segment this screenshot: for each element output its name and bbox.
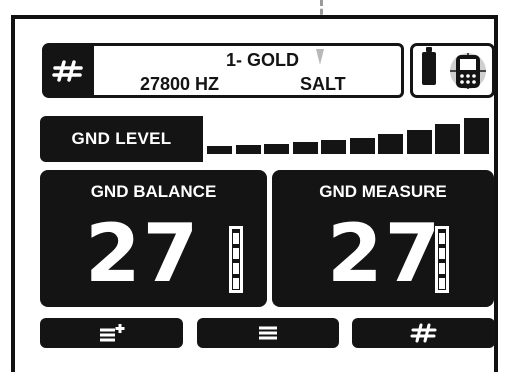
program-info-box: 1- GOLD 27800 HZ SALT xyxy=(94,43,404,98)
ground-measure-fine-gauge xyxy=(435,226,449,293)
ground-level-bar xyxy=(207,146,232,154)
ground-measure-value: 27 xyxy=(327,207,443,300)
ground-level-bar xyxy=(292,142,318,154)
ground-balance-fine-gauge xyxy=(229,226,243,293)
ground-type-readout: SALT xyxy=(300,74,346,94)
softkey-menu-add-button[interactable] xyxy=(40,318,183,348)
program-name: 1- GOLD xyxy=(225,50,299,70)
menu-add-icon xyxy=(99,324,124,342)
ground-level-bar xyxy=(435,124,460,154)
ground-level-bar xyxy=(463,118,489,154)
detector-device-icon xyxy=(450,53,486,89)
ground-balance-title: GND BALANCE xyxy=(90,182,217,201)
hash-icon xyxy=(52,59,83,82)
ground-level-bar xyxy=(264,144,289,154)
frequency-readout: 27800 HZ xyxy=(140,74,220,94)
softkey-hash-button[interactable] xyxy=(352,318,495,348)
ground-measure-title: GND MEASURE xyxy=(319,182,447,201)
ground-measure-panel: GND MEASURE 27 xyxy=(272,170,494,307)
ground-level-label: GND LEVEL xyxy=(40,116,203,162)
ground-level-bar xyxy=(406,130,432,154)
ground-level-bar xyxy=(349,138,375,154)
status-box xyxy=(410,43,495,98)
mode-button[interactable] xyxy=(42,43,94,98)
hash-icon xyxy=(410,323,436,343)
menu-icon xyxy=(259,326,277,340)
ground-level-bar xyxy=(378,134,403,154)
battery-icon xyxy=(422,47,436,85)
softkey-menu-button[interactable] xyxy=(197,318,339,348)
ground-balance-panel: GND BALANCE 27 xyxy=(40,170,267,307)
ground-balance-value: 27 xyxy=(85,207,201,300)
ground-level-bar xyxy=(321,140,346,154)
ground-level-bar-graph xyxy=(207,118,491,154)
ground-level-bar xyxy=(235,145,261,154)
